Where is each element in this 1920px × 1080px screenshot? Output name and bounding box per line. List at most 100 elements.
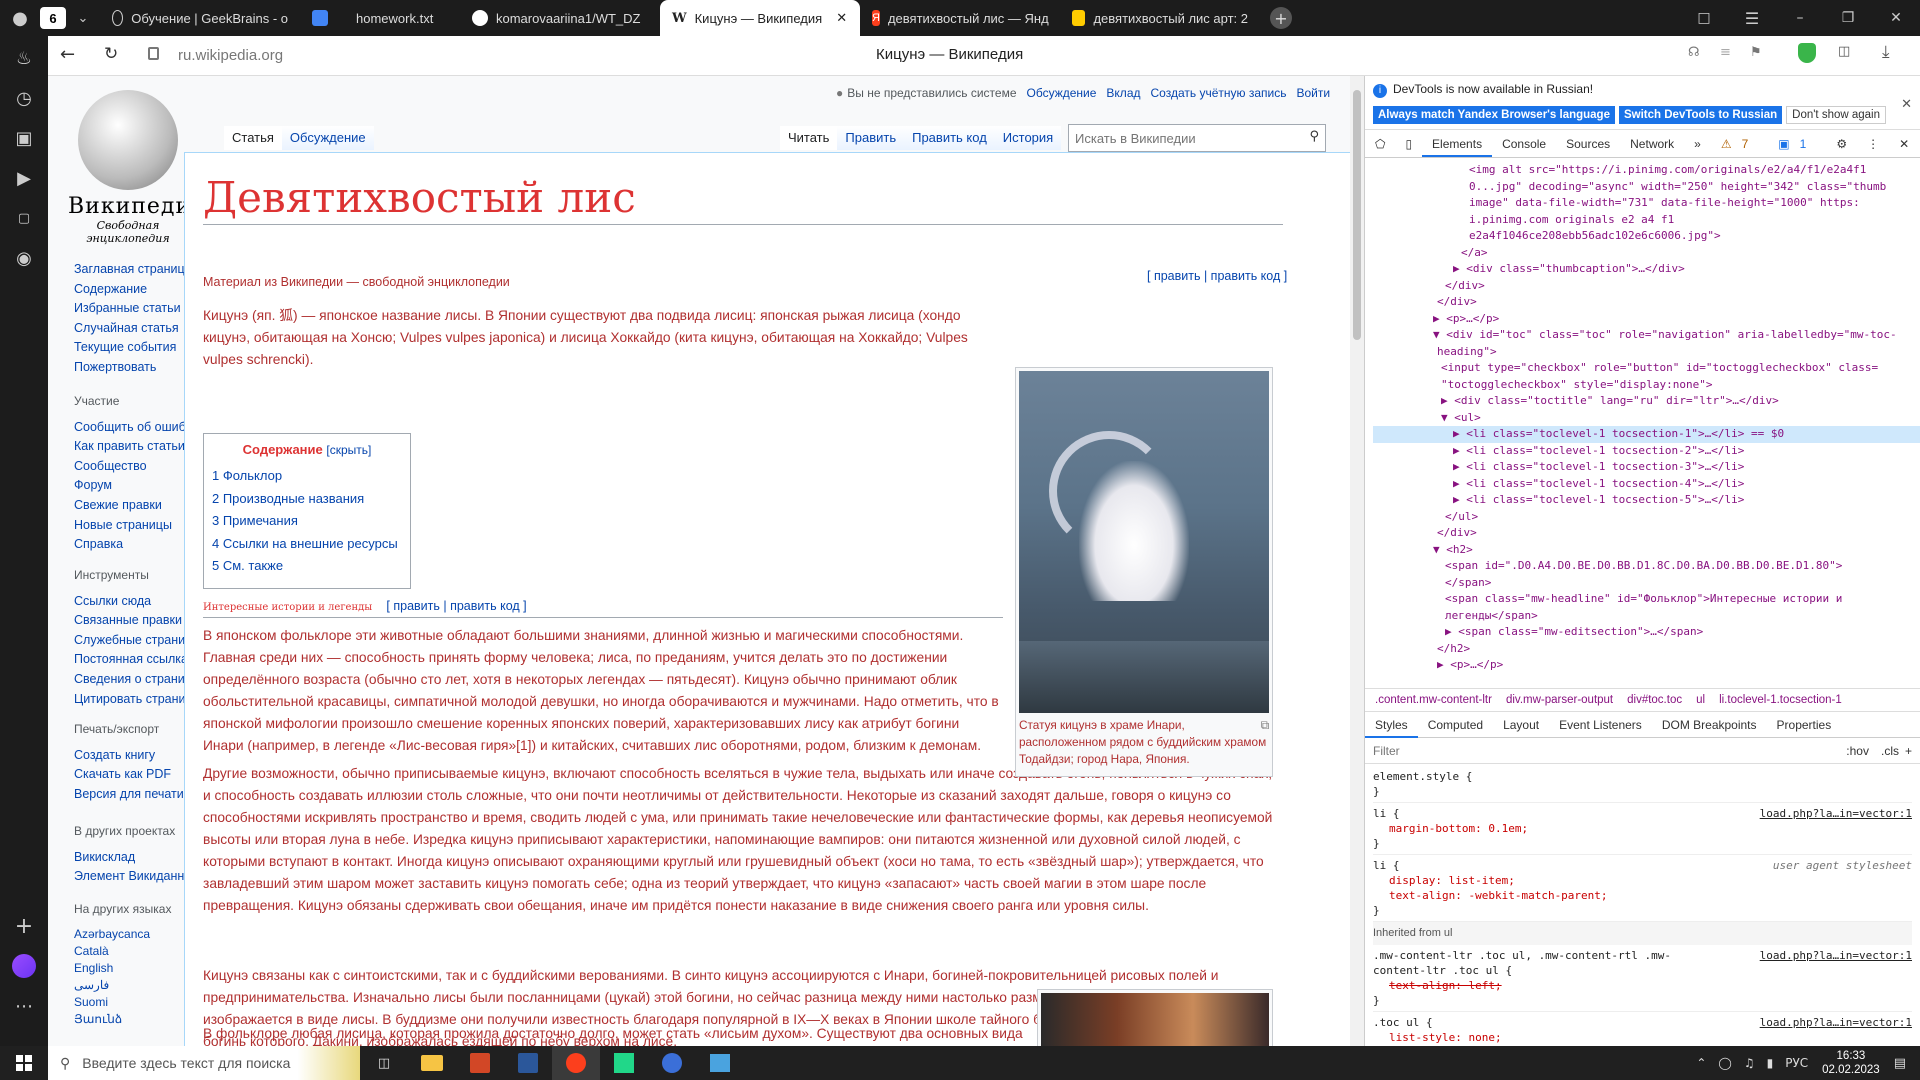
sidebar-link[interactable]: Избранные статьи <box>74 299 192 319</box>
dom-node-line[interactable]: "toctogglecheckbox" style="display:none"… <box>1373 377 1920 394</box>
sidebar-link[interactable]: Свежие правки <box>74 496 198 516</box>
sidebar-link[interactable]: Заглавная страница <box>74 260 192 280</box>
sidebar-link[interactable]: Справка <box>74 535 198 555</box>
tray-icons[interactable]: ⌃ ◯ ♫ ▮ РУС <box>1696 1056 1808 1070</box>
section-edit-links[interactable]: [ править | править код ] <box>386 599 526 613</box>
dom-node-line[interactable]: <span class="mw-headline" id="Фольклор">… <box>1373 591 1920 608</box>
sidebar-link[interactable]: Версия для печати <box>74 785 184 805</box>
photos-icon[interactable] <box>696 1054 744 1072</box>
sound-icon[interactable]: ♫ <box>1744 1056 1755 1070</box>
profile-icon[interactable]: ● <box>0 0 40 38</box>
tab-yandex-search[interactable]: Ядевятихвостый лис — Янд <box>860 0 1060 36</box>
sidebar-link[interactable]: Ссылки сюда <box>74 592 201 612</box>
new-rule-icon[interactable]: + <box>1905 744 1912 758</box>
sidebar-link[interactable]: Викисклад <box>74 848 200 868</box>
scrollbar-thumb[interactable] <box>1353 90 1361 340</box>
windows-start-icon[interactable] <box>0 1046 48 1080</box>
tab-edit-source[interactable]: Править код <box>904 126 995 150</box>
dom-node-line[interactable]: ▶ <li class="toclevel-1 tocsection-5">…<… <box>1373 492 1920 509</box>
wikipedia-logo[interactable]: ВикипедиЯ Свободная энциклопедия <box>68 90 209 245</box>
switch-russian-button[interactable]: Switch DevTools to Russian <box>1618 106 1783 124</box>
dont-show-button[interactable]: Don't show again <box>1786 106 1887 124</box>
device-icon[interactable]: ▯ <box>1395 131 1422 157</box>
dom-node-line[interactable]: ▼ <div id="toc" class="toc" role="naviga… <box>1373 327 1920 344</box>
close-window-icon[interactable]: ✕ <box>1872 0 1920 38</box>
toc-item[interactable]: 4 Ссылки на внешние ресурсы <box>212 533 402 556</box>
tab-yandex-images[interactable]: девятихвостый лис арт: 2 <box>1060 0 1260 36</box>
language-indicator[interactable]: РУС <box>1785 1056 1808 1070</box>
dom-node-line[interactable]: ▶ <p>…</p> <box>1373 657 1920 674</box>
sidebar-link[interactable]: Сообщить об ошибке <box>74 418 198 438</box>
styles-tab[interactable]: Layout <box>1493 712 1549 738</box>
battery-icon[interactable]: ▮ <box>1767 1056 1774 1070</box>
headphones-icon[interactable]: ☊ <box>1688 45 1700 60</box>
taskbar-search[interactable]: ⚲ Введите здесь текст для поиска <box>48 1046 360 1080</box>
add-panel-icon[interactable]: + <box>0 906 48 946</box>
dom-node-line[interactable]: ▶ <p>…</p> <box>1373 311 1920 328</box>
login-link[interactable]: Войти <box>1296 86 1330 100</box>
dom-node-line[interactable]: ▶ <li class="toclevel-1 tocsection-1">…<… <box>1373 426 1920 443</box>
maximize-icon[interactable]: ❐ <box>1824 0 1872 38</box>
video-icon[interactable]: ▶ <box>0 158 48 198</box>
network-icon[interactable]: ◯ <box>1718 1056 1731 1070</box>
tab-geekbrains[interactable]: Обучение | GeekBrains - о <box>100 0 300 36</box>
more-icon[interactable]: ⋯ <box>0 986 48 1026</box>
bell-icon[interactable]: ♨ <box>0 38 48 78</box>
rule-source-link[interactable]: load.php?la…in=vector:1 <box>1760 806 1912 821</box>
dom-node-line[interactable]: <input type="checkbox" role="button" id=… <box>1373 360 1920 377</box>
new-tab-button[interactable]: + <box>1270 7 1292 29</box>
file-explorer-icon[interactable] <box>408 1055 456 1071</box>
enlarge-icon[interactable]: ⧉ <box>1261 717 1269 734</box>
toc-item[interactable]: 5 См. также <box>212 555 402 578</box>
settings-icon[interactable]: ⚙ <box>1826 131 1857 157</box>
breadcrumb-item[interactable]: li.toclevel-1.tocsection-1 <box>1719 694 1842 706</box>
tab-homework[interactable]: homework.txt <box>300 0 460 36</box>
sidebar-link[interactable]: Текущие события <box>74 338 192 358</box>
sidebar-link[interactable]: Создать книгу <box>74 746 184 766</box>
dom-node-line[interactable]: </span> <box>1373 575 1920 592</box>
tab-article[interactable]: Статья <box>224 126 282 150</box>
tab-kitsune-wiki[interactable]: W Кицунэ — Википедия ✕ <box>660 0 860 36</box>
rule-property[interactable]: list-style: none; <box>1373 1030 1912 1045</box>
sidebar-link[interactable]: Служебные страницы <box>74 631 201 651</box>
sidebar-link[interactable]: Форум <box>74 476 198 496</box>
sidebar-link[interactable]: Пожертвовать <box>74 358 192 378</box>
tab-counter[interactable]: 6 <box>40 7 66 29</box>
sidebar-link[interactable]: Сведения о странице <box>74 670 201 690</box>
rule-selector[interactable]: .toc ul { <box>1373 1015 1673 1030</box>
rule-property[interactable]: display: list-item; <box>1373 873 1912 888</box>
dom-node-line[interactable]: image" data-file-width="731" data-file-h… <box>1373 195 1920 212</box>
shield-icon[interactable] <box>1798 43 1816 63</box>
dom-node-line[interactable]: </div> <box>1373 525 1920 542</box>
dom-node-line[interactable]: i.pinimg.com originals e2 a4 f1 <box>1373 212 1920 229</box>
wiki-search-input[interactable] <box>1069 125 1289 151</box>
dom-node-line[interactable]: </div> <box>1373 278 1920 295</box>
dom-node-line[interactable]: ▼ <ul> <box>1373 410 1920 427</box>
hover-state-toggle[interactable]: :hov <box>1846 744 1869 758</box>
back-icon[interactable]: ← <box>60 44 75 65</box>
class-toggle[interactable]: .cls <box>1881 744 1899 758</box>
tab-elements[interactable]: Elements <box>1422 131 1493 157</box>
dom-node-line[interactable]: </a> <box>1373 245 1920 262</box>
tabs-icon[interactable]: ▢ <box>0 198 48 238</box>
more-tabs-icon[interactable]: » <box>1684 131 1711 157</box>
download-icon[interactable]: ⤓ <box>1882 42 1890 62</box>
dom-node-line[interactable]: </div> <box>1373 294 1920 311</box>
artwork-image[interactable] <box>1041 993 1269 1046</box>
sidebar-link[interactable]: Элемент Викиданных <box>74 867 200 887</box>
tab-network[interactable]: Network <box>1620 131 1684 157</box>
sidebar-link[interactable]: Случайная статья <box>74 319 192 339</box>
minimize-icon[interactable]: – <box>1776 0 1824 38</box>
sidebar-link[interactable]: Скачать как PDF <box>74 765 184 785</box>
sidebar-link[interactable]: Связанные правки <box>74 611 201 631</box>
rule-selector[interactable]: li { <box>1373 806 1673 821</box>
rule-property[interactable]: text-align: -webkit-match-parent; <box>1373 888 1912 903</box>
dom-node-line[interactable]: <span id=".D0.A4.D0.BE.D0.BB.D1.8C.D0.BA… <box>1373 558 1920 575</box>
screenshot-icon[interactable]: ◉ <box>0 238 48 278</box>
pycharm-icon[interactable] <box>600 1053 648 1073</box>
task-view-icon[interactable]: ◫ <box>360 1056 408 1071</box>
extensions-icon[interactable]: ◫ <box>1838 44 1850 59</box>
toc-toggle[interactable]: [скрыть] <box>326 443 371 457</box>
tab-talk[interactable]: Обсуждение <box>281 126 374 150</box>
breadcrumb-item[interactable]: .content.mw-content-ltr <box>1375 694 1492 706</box>
